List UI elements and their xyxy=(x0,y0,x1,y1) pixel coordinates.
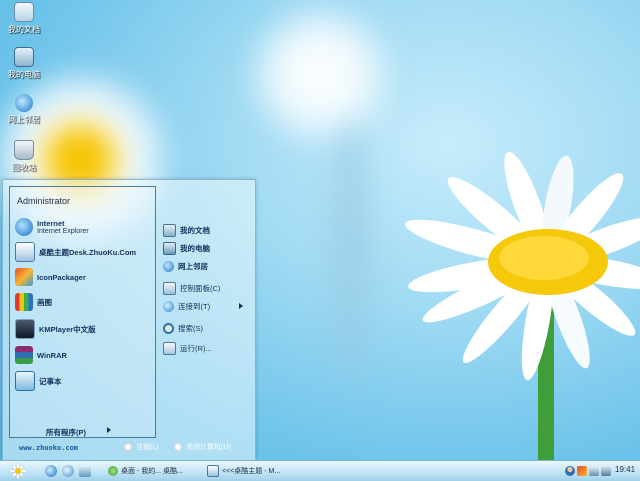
tray-security-icon[interactable] xyxy=(577,466,587,476)
iconpackager-icon xyxy=(15,268,33,286)
program-label: 记事本 xyxy=(39,376,62,386)
start-menu: Administrator Internet Internet Explorer… xyxy=(2,179,256,462)
run-icon xyxy=(163,341,176,355)
shutdown-label: 关闭计算机(U) xyxy=(186,444,231,451)
program-sublabel: Internet Explorer xyxy=(37,228,89,235)
desktop-icon-recycle-bin[interactable]: 回收站 xyxy=(4,140,44,173)
logoff-label: 注销(L) xyxy=(136,444,159,451)
quicklaunch-desktop-icon[interactable] xyxy=(79,465,91,477)
taskbar-task-desktop[interactable]: 桌面 - 我的... 桌酷... xyxy=(108,463,198,478)
program-notepad[interactable]: 记事本 xyxy=(15,370,62,392)
menu-label: 我的电脑 xyxy=(180,243,210,253)
internet-explorer-icon xyxy=(15,218,33,236)
network-icon xyxy=(15,94,33,112)
menu-search[interactable]: 搜索(S) xyxy=(163,320,203,336)
desktop-icon-label: 回收站 xyxy=(12,163,36,172)
website-link[interactable]: www.zhuoku.com xyxy=(19,444,78,452)
program-label: 桌酷主题Desk.ZhuoKu.Com xyxy=(39,247,137,257)
tray-network-icon[interactable] xyxy=(601,466,611,476)
program-internet[interactable]: Internet Internet Explorer xyxy=(15,216,89,238)
computer-icon xyxy=(14,47,34,67)
documents-icon xyxy=(163,223,176,237)
program-iconpackager[interactable]: IconPackager xyxy=(15,266,86,288)
paint-icon xyxy=(15,293,33,311)
user-name: Administrator xyxy=(17,196,71,206)
desktop-icon-my-computer[interactable]: 我的电脑 xyxy=(4,47,44,80)
zhuoku-task-icon xyxy=(207,464,219,477)
desktop-icon-my-documents[interactable]: 我的文档 xyxy=(4,2,44,35)
quicklaunch-browser-icon[interactable] xyxy=(62,465,74,477)
desktop-icon-label: 网上邻居 xyxy=(8,115,40,124)
taskbar: 桌面 - 我的... 桌酷... <<<桌酷主题 - M... 19:41 xyxy=(0,460,640,481)
program-label: 画图 xyxy=(37,297,52,307)
menu-label: 我的文档 xyxy=(180,225,210,235)
program-label: IconPackager xyxy=(37,272,86,282)
all-programs-button[interactable]: 所有程序(P) xyxy=(46,427,86,438)
control-panel-icon xyxy=(163,281,176,295)
program-label: WinRAR xyxy=(37,350,67,360)
menu-label: 连接到(T) xyxy=(178,301,211,311)
zhuoku-theme-icon xyxy=(15,242,35,262)
chevron-right-icon xyxy=(107,427,111,433)
tray-volume-icon[interactable] xyxy=(589,466,599,476)
program-label: KMPlayer中文版 xyxy=(39,324,96,334)
chevron-right-icon xyxy=(239,303,243,309)
menu-connect-to[interactable]: 连接到(T) xyxy=(163,298,210,314)
task-label: <<<桌酷主题 - M... xyxy=(222,467,281,475)
kmplayer-icon xyxy=(15,319,35,339)
menu-network-places[interactable]: 网上邻居 xyxy=(163,258,208,274)
menu-label: 网上邻居 xyxy=(178,261,208,271)
program-kmplayer[interactable]: KMPlayer中文版 xyxy=(15,318,96,340)
network-icon xyxy=(163,260,174,272)
desktop-icon-label: 我的文档 xyxy=(8,25,40,34)
menu-my-documents[interactable]: 我的文档 xyxy=(163,222,210,238)
menu-control-panel[interactable]: 控制面板(C) xyxy=(163,280,220,296)
start-menu-programs-panel: Administrator Internet Internet Explorer… xyxy=(9,186,156,438)
notepad-icon xyxy=(15,371,35,391)
program-zhuoku-theme[interactable]: 桌酷主题Desk.ZhuoKu.Com xyxy=(15,241,136,263)
taskbar-clock[interactable]: 19:41 xyxy=(615,465,635,474)
search-icon xyxy=(163,322,174,334)
daisy-center-highlight xyxy=(499,236,589,280)
logoff-icon xyxy=(123,442,133,452)
quicklaunch-ie-icon[interactable] xyxy=(45,465,57,477)
logoff-button[interactable]: 注销(L) xyxy=(123,442,159,452)
program-winrar[interactable]: WinRAR xyxy=(15,344,67,366)
power-icon xyxy=(173,442,183,452)
menu-label: 运行(R)... xyxy=(180,343,212,353)
menu-run[interactable]: 运行(R)... xyxy=(163,340,212,356)
recycle-bin-icon xyxy=(14,140,34,160)
desktop-task-icon xyxy=(108,465,118,476)
connect-icon xyxy=(163,300,174,312)
desktop-icon-label: 我的电脑 xyxy=(8,70,40,79)
desktop-icon-network-places[interactable]: 网上邻居 xyxy=(4,94,44,125)
start-button[interactable] xyxy=(10,463,26,479)
task-label: 桌面 - 我的... 桌酷... xyxy=(121,467,183,475)
shutdown-button[interactable]: 关闭计算机(U) xyxy=(173,442,231,452)
program-paint[interactable]: 画图 xyxy=(15,291,52,313)
menu-label: 控制面板(C) xyxy=(180,283,221,293)
taskbar-task-zhuoku[interactable]: <<<桌酷主题 - M... xyxy=(207,463,307,478)
computer-icon xyxy=(163,241,176,255)
menu-my-computer[interactable]: 我的电脑 xyxy=(163,240,210,256)
menu-label: 搜索(S) xyxy=(178,323,203,333)
program-label: Internet xyxy=(37,219,65,228)
documents-icon xyxy=(14,2,34,22)
winrar-icon xyxy=(15,346,33,364)
tray-user-icon[interactable] xyxy=(565,466,575,476)
